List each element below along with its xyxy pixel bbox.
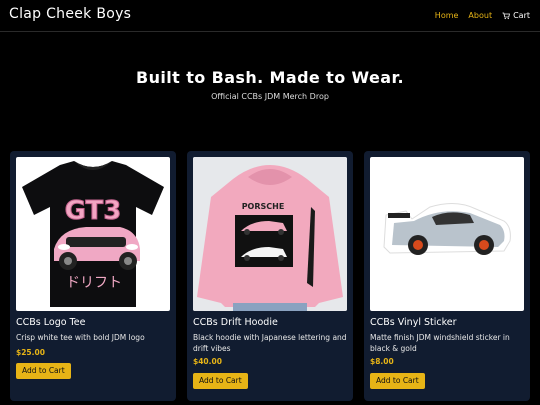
hoodie-illustration: PORSCHE — [193, 157, 347, 311]
product-price: $8.00 — [370, 357, 394, 366]
product-image-drift-hoodie[interactable]: PORSCHE — [193, 157, 347, 311]
nav-cart-label: Cart — [513, 11, 530, 20]
product-price: $25.00 — [16, 348, 45, 357]
hero-subtitle: Official CCBs JDM Merch Drop — [211, 92, 329, 101]
product-price: $40.00 — [193, 357, 222, 366]
brand-logo-text[interactable]: Clap Cheek Boys — [9, 6, 131, 22]
tee-model-text: GT3 — [65, 196, 122, 226]
product-card-vinyl-sticker: CCBs Vinyl Sticker Matte finish JDM wind… — [364, 151, 530, 401]
product-image-vinyl-sticker[interactable] — [370, 157, 524, 311]
cart-icon — [502, 12, 511, 19]
product-description: Matte finish JDM windshield sticker in b… — [370, 333, 510, 353]
product-card-logo-tee: GT3 ドリフト CCBs Logo Tee Crisp white tee w… — [10, 151, 176, 401]
add-to-cart-button[interactable]: Add to Cart — [16, 363, 71, 379]
product-description: Crisp white tee with bold JDM logo — [16, 333, 145, 342]
hoodie-brand-text: PORSCHE — [242, 202, 285, 211]
product-name[interactable]: CCBs Drift Hoodie — [193, 317, 278, 328]
tee-script-text: ドリフト — [66, 275, 122, 291]
tshirt-illustration: GT3 ドリフト — [22, 161, 164, 307]
nav-about-link[interactable]: About — [468, 11, 492, 20]
product-card-drift-hoodie: PORSCHE CCBs Drift Hoodie Black hoodie w… — [187, 151, 353, 401]
car-sticker-illustration — [383, 203, 511, 255]
nav-cart-link[interactable]: Cart — [502, 11, 530, 20]
add-to-cart-button[interactable]: Add to Cart — [193, 373, 248, 389]
add-to-cart-button[interactable]: Add to Cart — [370, 373, 425, 389]
product-name[interactable]: CCBs Vinyl Sticker — [370, 317, 457, 328]
product-image-logo-tee[interactable]: GT3 ドリフト — [16, 157, 170, 311]
product-name[interactable]: CCBs Logo Tee — [16, 317, 85, 328]
main-nav: Home About Cart — [435, 11, 530, 20]
site-header: Clap Cheek Boys Home About Cart — [0, 0, 540, 32]
nav-home-link[interactable]: Home — [435, 11, 459, 20]
product-description: Black hoodie with Japanese lettering and… — [193, 333, 347, 353]
hero-title: Built to Bash. Made to Wear. — [136, 68, 404, 87]
